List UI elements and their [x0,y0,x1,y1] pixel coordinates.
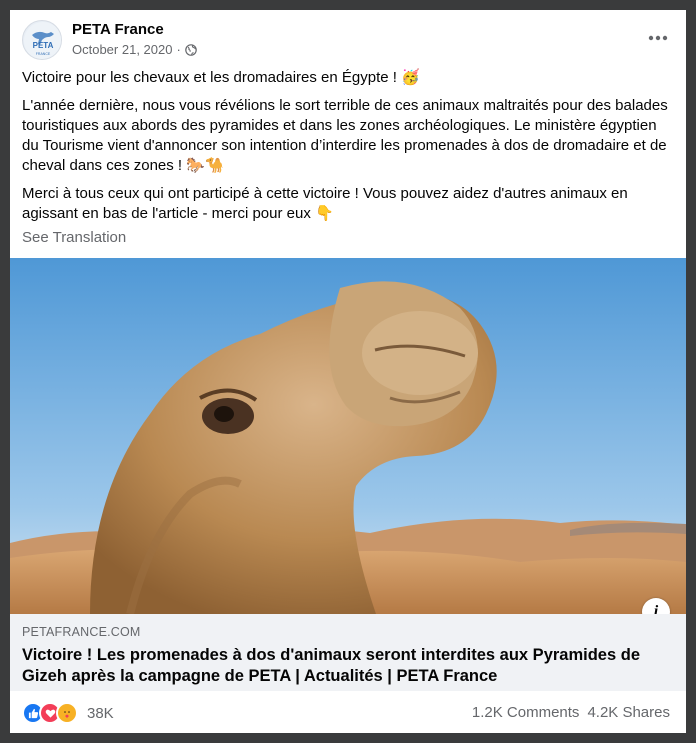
page-avatar[interactable]: PETA FRANCE [22,20,62,60]
post-meta: October 21, 2020 · [72,42,197,57]
avatar-subtext: FRANCE [36,52,51,56]
avatar-text: PETA [33,41,54,50]
camel-photo [10,258,686,614]
paragraph-text: L'année dernière, nous vous révélions le… [22,97,668,174]
link-preview-image[interactable] [10,258,686,614]
post-paragraph: Victoire pour les chevaux et les dromada… [22,68,672,88]
care-icon [56,702,78,724]
date-separator: · [176,42,181,57]
link-title[interactable]: Victoire ! Les promenades à dos d'animau… [22,645,672,687]
page-name[interactable]: PETA France [72,21,164,38]
peta-logo-icon: PETA FRANCE [24,22,61,59]
more-options-icon [648,35,668,41]
link-domain: PETAFRANCE.COM [22,625,141,639]
see-translation-link[interactable]: See Translation [22,229,126,246]
pointing-down-emoji: 👇 [315,205,334,222]
reaction-count: 38K [87,704,114,722]
comments-count[interactable]: 1.2K Comments [472,704,580,721]
shares-count[interactable]: 4.2K Shares [587,704,670,721]
post-card: PETA FRANCE PETA France October 21, 2020… [10,10,686,733]
horse-camel-emoji: 🐎🐪 [186,157,224,174]
post-header: PETA FRANCE PETA France October 21, 2020… [22,20,674,64]
reactions-summary[interactable]: 38K [22,702,114,724]
post-footer: 38K 1.2K Comments 4.2K Shares [10,691,686,733]
more-options-button[interactable] [644,26,672,50]
post-paragraph: L'année dernière, nous vous révélions le… [22,96,672,176]
engagement-stats: 1.2K Comments 4.2K Shares [472,704,670,721]
post-text: Victoire pour les chevaux et les dromada… [22,68,672,232]
party-face-emoji: 🥳 [401,69,420,86]
globe-icon [185,43,197,56]
link-preview[interactable]: PETAFRANCE.COM Victoire ! Les promenades… [10,614,686,691]
post-date[interactable]: October 21, 2020 [72,42,172,57]
post-paragraph: Merci à tous ceux qui ont participé à ce… [22,184,672,224]
paragraph-text: Victoire pour les chevaux et les dromada… [22,69,397,86]
